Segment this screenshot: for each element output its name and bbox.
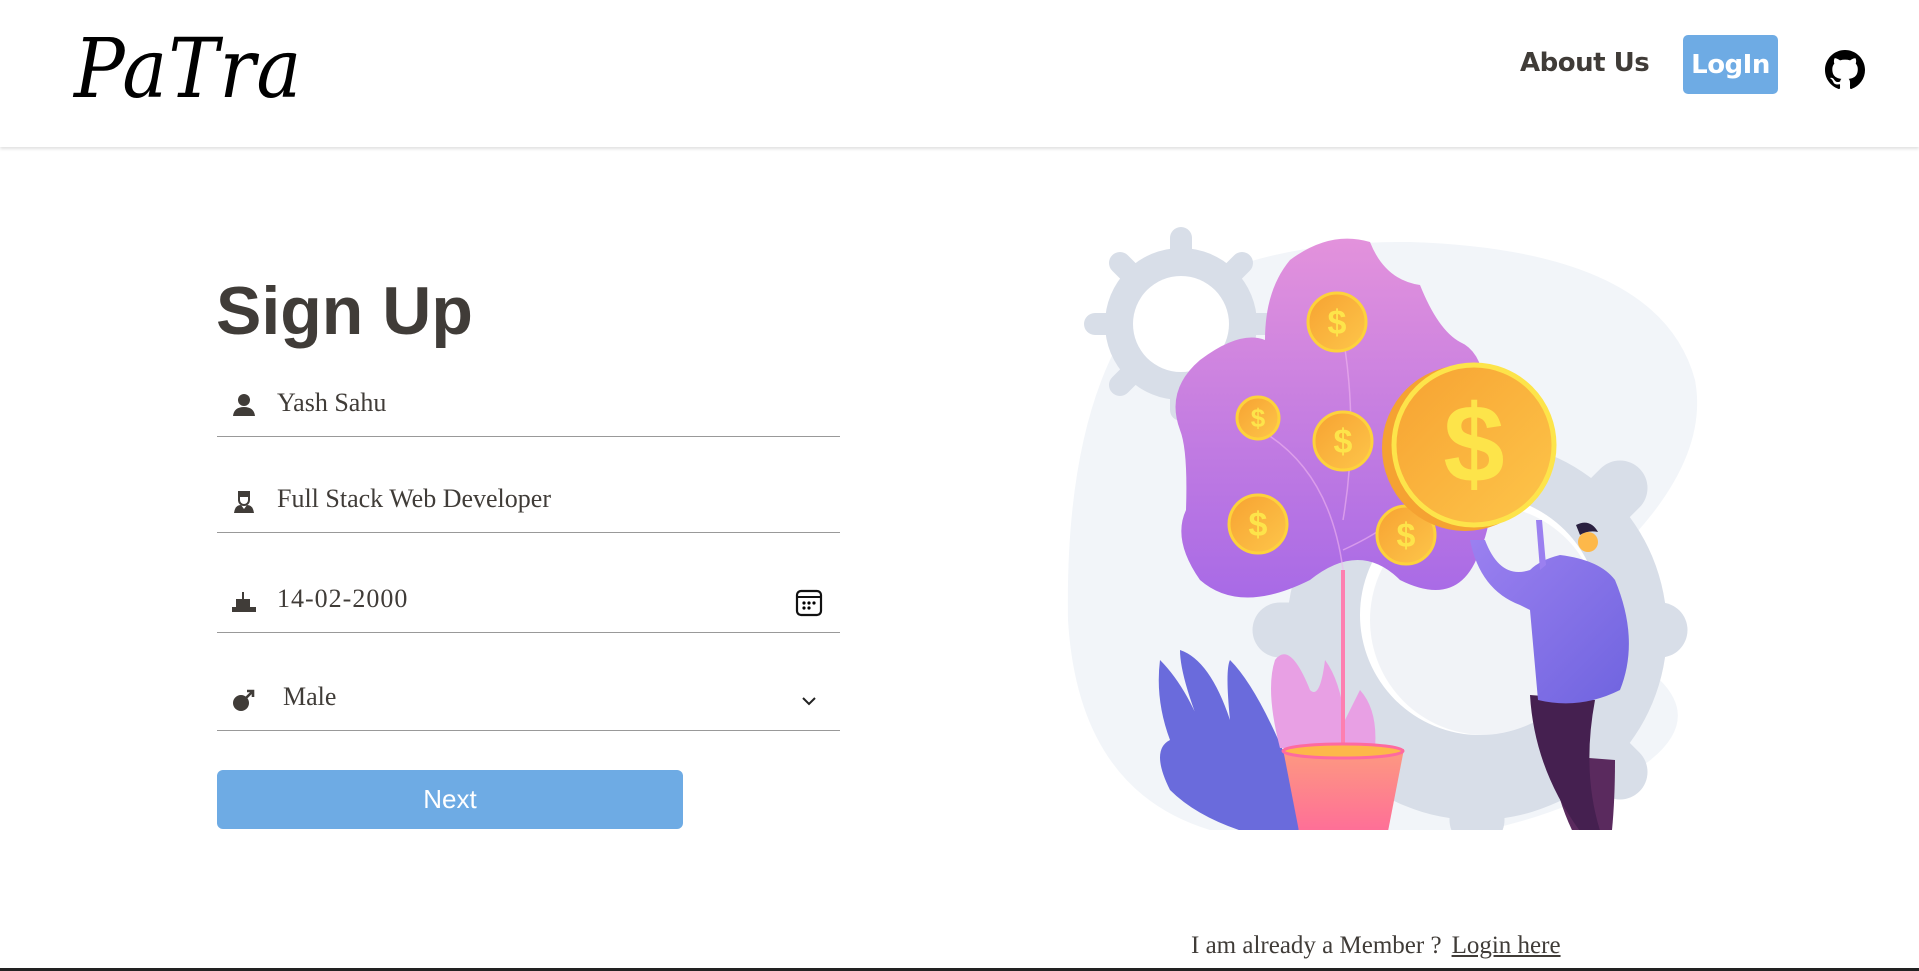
gender-select[interactable]: Male bbox=[217, 670, 840, 731]
svg-text:$: $ bbox=[1397, 517, 1416, 555]
svg-text:$: $ bbox=[1251, 403, 1266, 433]
next-button[interactable]: Next bbox=[217, 770, 683, 829]
profession-field[interactable]: Full Stack Web Developer bbox=[217, 472, 840, 533]
github-icon[interactable] bbox=[1825, 50, 1865, 90]
about-us-link[interactable]: About Us bbox=[1520, 48, 1650, 78]
name-field[interactable]: Yash Sahu bbox=[217, 376, 840, 437]
gender-value: Male bbox=[283, 682, 337, 711]
worker-icon bbox=[234, 491, 254, 513]
login-button[interactable]: LogIn bbox=[1683, 35, 1778, 94]
page-title: Sign Up bbox=[216, 273, 473, 349]
svg-text:$: $ bbox=[1328, 304, 1347, 342]
member-text: I am already a Member ? bbox=[1191, 932, 1442, 959]
login-here-link[interactable]: Login here bbox=[1452, 932, 1561, 959]
header: PaTra About Us LogIn bbox=[0, 0, 1919, 147]
name-value: Yash Sahu bbox=[277, 388, 387, 417]
chevron-down-icon[interactable] bbox=[794, 686, 824, 716]
male-icon bbox=[233, 689, 255, 711]
login-prompt: I am already a Member ? Login here bbox=[1191, 932, 1561, 960]
user-icon bbox=[233, 394, 255, 416]
svg-text:$: $ bbox=[1443, 383, 1504, 506]
calendar-icon[interactable] bbox=[794, 588, 824, 618]
birthdate-field[interactable]: 14-02-2000 bbox=[217, 572, 840, 633]
birthday-cake-icon bbox=[232, 592, 256, 612]
svg-text:$: $ bbox=[1249, 506, 1268, 544]
logo[interactable]: PaTra bbox=[74, 22, 302, 117]
birthdate-value: 14-02-2000 bbox=[277, 584, 409, 613]
svg-text:$: $ bbox=[1334, 423, 1353, 461]
profession-value: Full Stack Web Developer bbox=[277, 484, 551, 513]
money-tree-illustration: $ $ $ $ $ $ bbox=[1067, 227, 1698, 830]
